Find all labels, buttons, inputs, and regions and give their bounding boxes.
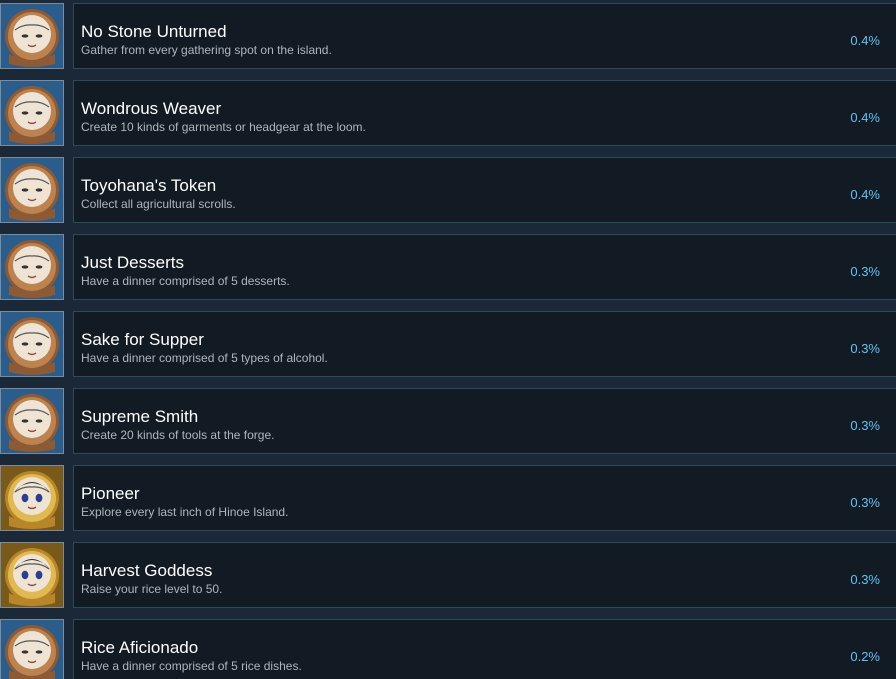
badge-icon xyxy=(0,311,64,377)
achievement-row[interactable]: Harvest Goddess Raise your rice level to … xyxy=(0,542,896,608)
achievement-row[interactable]: No Stone Unturned Gather from every gathe… xyxy=(0,3,896,69)
achievement-description: Gather from every gathering spot on the … xyxy=(81,43,332,57)
achievement-title: Sake for Supper xyxy=(81,330,204,349)
unlock-percent: 0.3% xyxy=(850,572,880,587)
achievement-panel: Rice Aficionado Have a dinner comprised o… xyxy=(73,619,896,679)
achievement-description: Raise your rice level to 50. xyxy=(81,582,223,596)
achievement-description: Have a dinner comprised of 5 rice dishes… xyxy=(81,659,302,673)
achievement-title: Rice Aficionado xyxy=(81,638,199,657)
achievement-panel: Harvest Goddess Raise your rice level to … xyxy=(73,542,896,608)
achievement-list: No Stone Unturned Gather from every gathe… xyxy=(0,0,896,679)
achievement-panel: Just Desserts Have a dinner comprised of … xyxy=(73,234,896,300)
badge-icon xyxy=(0,234,64,300)
unlock-percent: 0.4% xyxy=(850,187,880,202)
achievement-row[interactable]: Pioneer Explore every last inch of Hinoe … xyxy=(0,465,896,531)
achievement-title: Just Desserts xyxy=(81,253,184,272)
badge-icon xyxy=(0,3,64,69)
achievement-row[interactable]: Just Desserts Have a dinner comprised of … xyxy=(0,234,896,300)
achievement-row[interactable]: Toyohana's Token Collect all agricultural… xyxy=(0,157,896,223)
achievement-panel: Toyohana's Token Collect all agricultural… xyxy=(73,157,896,223)
achievement-title: Wondrous Weaver xyxy=(81,99,222,118)
achievement-panel: No Stone Unturned Gather from every gathe… xyxy=(73,3,896,69)
achievement-row[interactable]: Rice Aficionado Have a dinner comprised o… xyxy=(0,619,896,679)
achievement-description: Explore every last inch of Hinoe Island. xyxy=(81,505,289,519)
achievement-title: Supreme Smith xyxy=(81,407,199,426)
achievement-description: Have a dinner comprised of 5 desserts. xyxy=(81,274,290,288)
achievement-row[interactable]: Sake for Supper Have a dinner comprised o… xyxy=(0,311,896,377)
unlock-percent: 0.2% xyxy=(850,649,880,664)
unlock-percent: 0.3% xyxy=(850,264,880,279)
achievement-panel: Wondrous Weaver Create 10 kinds of garmen… xyxy=(73,80,896,146)
achievement-description: Create 10 kinds of garments or headgear … xyxy=(81,120,366,134)
badge-icon xyxy=(0,465,64,531)
achievement-title: Pioneer xyxy=(81,484,140,503)
unlock-percent: 0.3% xyxy=(850,418,880,433)
achievement-row[interactable]: Wondrous Weaver Create 10 kinds of garmen… xyxy=(0,80,896,146)
badge-icon xyxy=(0,157,64,223)
badge-icon xyxy=(0,80,64,146)
unlock-percent: 0.4% xyxy=(850,110,880,125)
unlock-percent: 0.4% xyxy=(850,33,880,48)
unlock-percent: 0.3% xyxy=(850,495,880,510)
badge-icon xyxy=(0,619,64,679)
achievement-panel: Pioneer Explore every last inch of Hinoe … xyxy=(73,465,896,531)
unlock-percent: 0.3% xyxy=(850,341,880,356)
achievement-description: Create 20 kinds of tools at the forge. xyxy=(81,428,275,442)
achievement-description: Have a dinner comprised of 5 types of al… xyxy=(81,351,328,365)
achievement-panel: Sake for Supper Have a dinner comprised o… xyxy=(73,311,896,377)
achievement-description: Collect all agricultural scrolls. xyxy=(81,197,236,211)
badge-icon xyxy=(0,388,64,454)
achievement-row[interactable]: Supreme Smith Create 20 kinds of tools at… xyxy=(0,388,896,454)
achievement-panel: Supreme Smith Create 20 kinds of tools at… xyxy=(73,388,896,454)
achievement-title: Harvest Goddess xyxy=(81,561,213,580)
badge-icon xyxy=(0,542,64,608)
achievement-title: Toyohana's Token xyxy=(81,176,217,195)
achievement-title: No Stone Unturned xyxy=(81,22,227,41)
